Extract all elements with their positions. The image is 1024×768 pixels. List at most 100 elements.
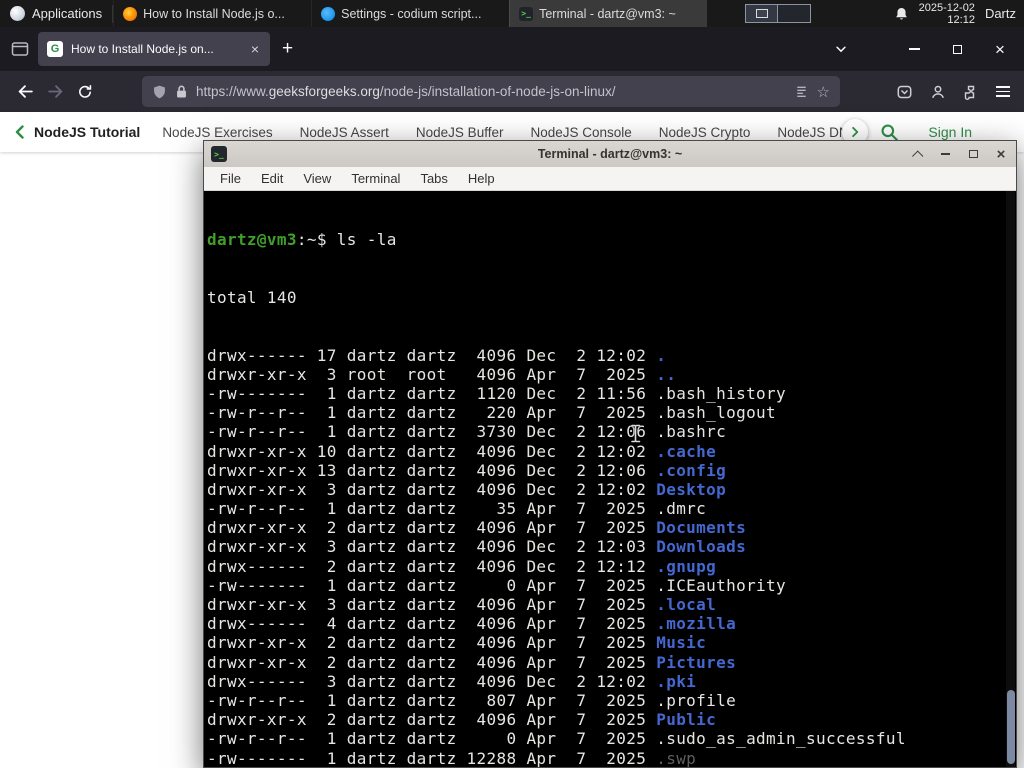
reload-button[interactable] — [70, 77, 100, 107]
terminal-window: Terminal - dartz@vm3: ~ × File Edit View… — [203, 140, 1017, 768]
terminal-output-line: drwxr-xr-x 10 dartz dartz 4096 Dec 2 12:… — [207, 441, 717, 461]
terminal-window-title: Terminal - dartz@vm3: ~ — [537, 147, 683, 161]
taskbar-window-title: Terminal - dartz@vm3: ~ — [539, 6, 676, 21]
terminal-output-line: -rw-r--r-- 1 dartz dartz 35 Apr 7 2025 .… — [207, 499, 707, 519]
toolbar-icons — [896, 84, 1014, 100]
menu-tabs[interactable]: Tabs — [410, 171, 457, 186]
menu-view[interactable]: View — [293, 171, 341, 186]
taskbar-window-title: Settings - codium script... — [341, 6, 482, 21]
workspace-window-thumb — [755, 9, 768, 18]
prompt-path: :~$ — [296, 230, 337, 250]
clock[interactable]: 2025-12-02 12:12 — [919, 2, 975, 26]
terminal-window-controls: × — [909, 146, 1009, 163]
site-nav-item[interactable]: NodeJS Crypto — [659, 125, 751, 140]
new-tab-button[interactable]: + — [270, 38, 305, 60]
tab-bar: How to Install Node.js on... × + × — [0, 27, 1024, 71]
lock-icon[interactable] — [175, 84, 188, 99]
menu-help[interactable]: Help — [458, 171, 505, 186]
terminal-output-line: drwx------ 2 dartz dartz 4096 Dec 2 12:1… — [207, 556, 717, 576]
back-button[interactable] — [10, 77, 40, 107]
terminal-output-line: drwxr-xr-x 13 dartz dartz 4096 Dec 2 12:… — [207, 460, 727, 480]
site-nav-item[interactable]: NodeJS Buffer — [416, 125, 504, 140]
navigation-bar: https://www.geeksforgeeks.org/node-js/in… — [0, 71, 1024, 112]
tab-close-icon[interactable]: × — [249, 41, 261, 57]
maximize-button[interactable] — [949, 41, 965, 57]
url-scheme: https://www. — [196, 84, 269, 99]
site-nav-item[interactable]: NodeJS Assert — [300, 125, 389, 140]
maximize-button[interactable] — [965, 146, 981, 162]
account-icon[interactable] — [930, 84, 946, 100]
browser-tab[interactable]: How to Install Node.js on... × — [38, 32, 270, 66]
forward-button[interactable] — [40, 77, 70, 107]
firefox-icon — [123, 6, 138, 21]
menu-icon[interactable] — [996, 85, 1010, 98]
terminal-output-line: drwxr-xr-x 2 dartz dartz 4096 Apr 7 2025… — [207, 710, 717, 730]
tracking-protection-shield-icon[interactable] — [152, 84, 167, 100]
terminal-output-line: drwx------ 17 dartz dartz 4096 Dec 2 12:… — [207, 345, 667, 365]
terminal-output-line: drwx------ 3 dartz dartz 4096 Dec 2 12:0… — [207, 671, 697, 691]
minimize-button[interactable] — [906, 41, 922, 57]
terminal-output-line: -rw-r--r-- 1 dartz dartz 3730 Dec 2 12:0… — [207, 422, 727, 442]
workspace-switcher[interactable] — [745, 4, 812, 23]
terminal-output-line: -rw------- 1 dartz dartz 0 Apr 7 2025 .I… — [207, 575, 787, 595]
menu-edit[interactable]: Edit — [251, 171, 293, 186]
close-button[interactable]: × — [992, 41, 1008, 58]
user-menu[interactable]: Dartz — [985, 6, 1016, 21]
terminal-output-line: drwxr-xr-x 2 dartz dartz 4096 Apr 7 2025… — [207, 518, 747, 538]
shade-button[interactable] — [909, 146, 925, 162]
notification-bell-icon[interactable] — [894, 6, 909, 22]
list-all-tabs-icon[interactable] — [834, 42, 848, 56]
terminal-output-line: -rw-r--r-- 1 dartz dartz 807 Apr 7 2025 … — [207, 690, 737, 710]
terminal-screen[interactable]: dartz@vm3:~$ ls -la total 140 drwx------… — [204, 191, 1016, 767]
terminal-output-line: drwxr-xr-x 2 dartz dartz 4096 Apr 7 2025… — [207, 652, 737, 672]
tab-title: How to Install Node.js on... — [71, 42, 214, 56]
terminal-scrollbar-thumb[interactable] — [1007, 690, 1015, 764]
gfg-favicon — [47, 41, 63, 57]
workspace-1[interactable] — [745, 4, 779, 23]
terminal-prompt-line: dartz@vm3:~$ ls -la — [207, 230, 1016, 249]
site-nav-tutorial[interactable]: NodeJS Tutorial — [34, 124, 140, 140]
minimize-button[interactable] — [937, 146, 953, 162]
firefox-view-icon[interactable] — [8, 37, 32, 61]
taskbar: Applications How to Install Node.js o...… — [0, 0, 1024, 27]
bookmark-star-icon[interactable]: ☆ — [817, 83, 830, 101]
terminal-output-line: drwx------ 4 dartz dartz 4096 Apr 7 2025… — [207, 614, 737, 634]
url-bar[interactable]: https://www.geeksforgeeks.org/node-js/in… — [142, 76, 840, 107]
terminal-output-line: -rw------- 1 dartz dartz 12288 Apr 7 202… — [207, 748, 697, 767]
terminal-output-line: -rw-r--r-- 1 dartz dartz 0 Apr 7 2025 .s… — [207, 729, 906, 749]
nav-scroll-left-icon[interactable] — [12, 124, 28, 140]
site-nav-items: NodeJS Exercises NodeJS Assert NodeJS Bu… — [162, 125, 856, 140]
terminal-icon — [519, 6, 534, 21]
terminal-output-line: drwxr-xr-x 2 dartz dartz 4096 Apr 7 2025… — [207, 633, 707, 653]
vscodium-icon — [321, 6, 336, 21]
terminal-scrollbar[interactable] — [1006, 191, 1015, 767]
clock-date: 2025-12-02 — [918, 1, 975, 14]
url-domain: geeksforgeeks.org — [268, 84, 380, 99]
terminal-listing: drwx------ 17 dartz dartz 4096 Dec 2 12:… — [207, 346, 1016, 767]
menu-terminal[interactable]: Terminal — [341, 171, 410, 186]
terminal-titlebar-icon — [211, 146, 227, 162]
extensions-icon[interactable] — [963, 84, 979, 100]
terminal-output-line: -rw------- 1 dartz dartz 1120 Dec 2 11:5… — [207, 383, 787, 403]
search-icon[interactable] — [880, 123, 899, 142]
terminal-titlebar[interactable]: Terminal - dartz@vm3: ~ × — [204, 141, 1016, 167]
reader-mode-icon[interactable] — [794, 84, 809, 99]
url-text[interactable]: https://www.geeksforgeeks.org/node-js/in… — [196, 84, 786, 99]
taskbar-window-codium[interactable]: Settings - codium script... — [311, 0, 509, 27]
terminal-output-line: drwxr-xr-x 3 root root 4096 Apr 7 2025 .… — [207, 364, 677, 384]
mouse-cursor-ibeam — [630, 424, 641, 448]
site-nav-item[interactable]: NodeJS Exercises — [162, 125, 272, 140]
site-nav-item[interactable]: NodeJS Console — [530, 125, 631, 140]
terminal-total-line: total 140 — [207, 288, 297, 307]
pocket-icon[interactable] — [896, 84, 913, 100]
close-button[interactable]: × — [993, 146, 1009, 163]
applications-label: Applications — [32, 6, 103, 21]
applications-icon — [10, 6, 25, 21]
applications-menu-button[interactable]: Applications — [0, 0, 112, 27]
taskbar-window-title: How to Install Node.js o... — [143, 6, 285, 21]
workspace-2[interactable] — [778, 4, 812, 23]
sign-in-button[interactable]: Sign In — [928, 124, 972, 140]
menu-file[interactable]: File — [210, 171, 251, 186]
taskbar-window-terminal[interactable]: Terminal - dartz@vm3: ~ — [509, 0, 708, 27]
taskbar-window-firefox[interactable]: How to Install Node.js o... — [113, 0, 311, 27]
